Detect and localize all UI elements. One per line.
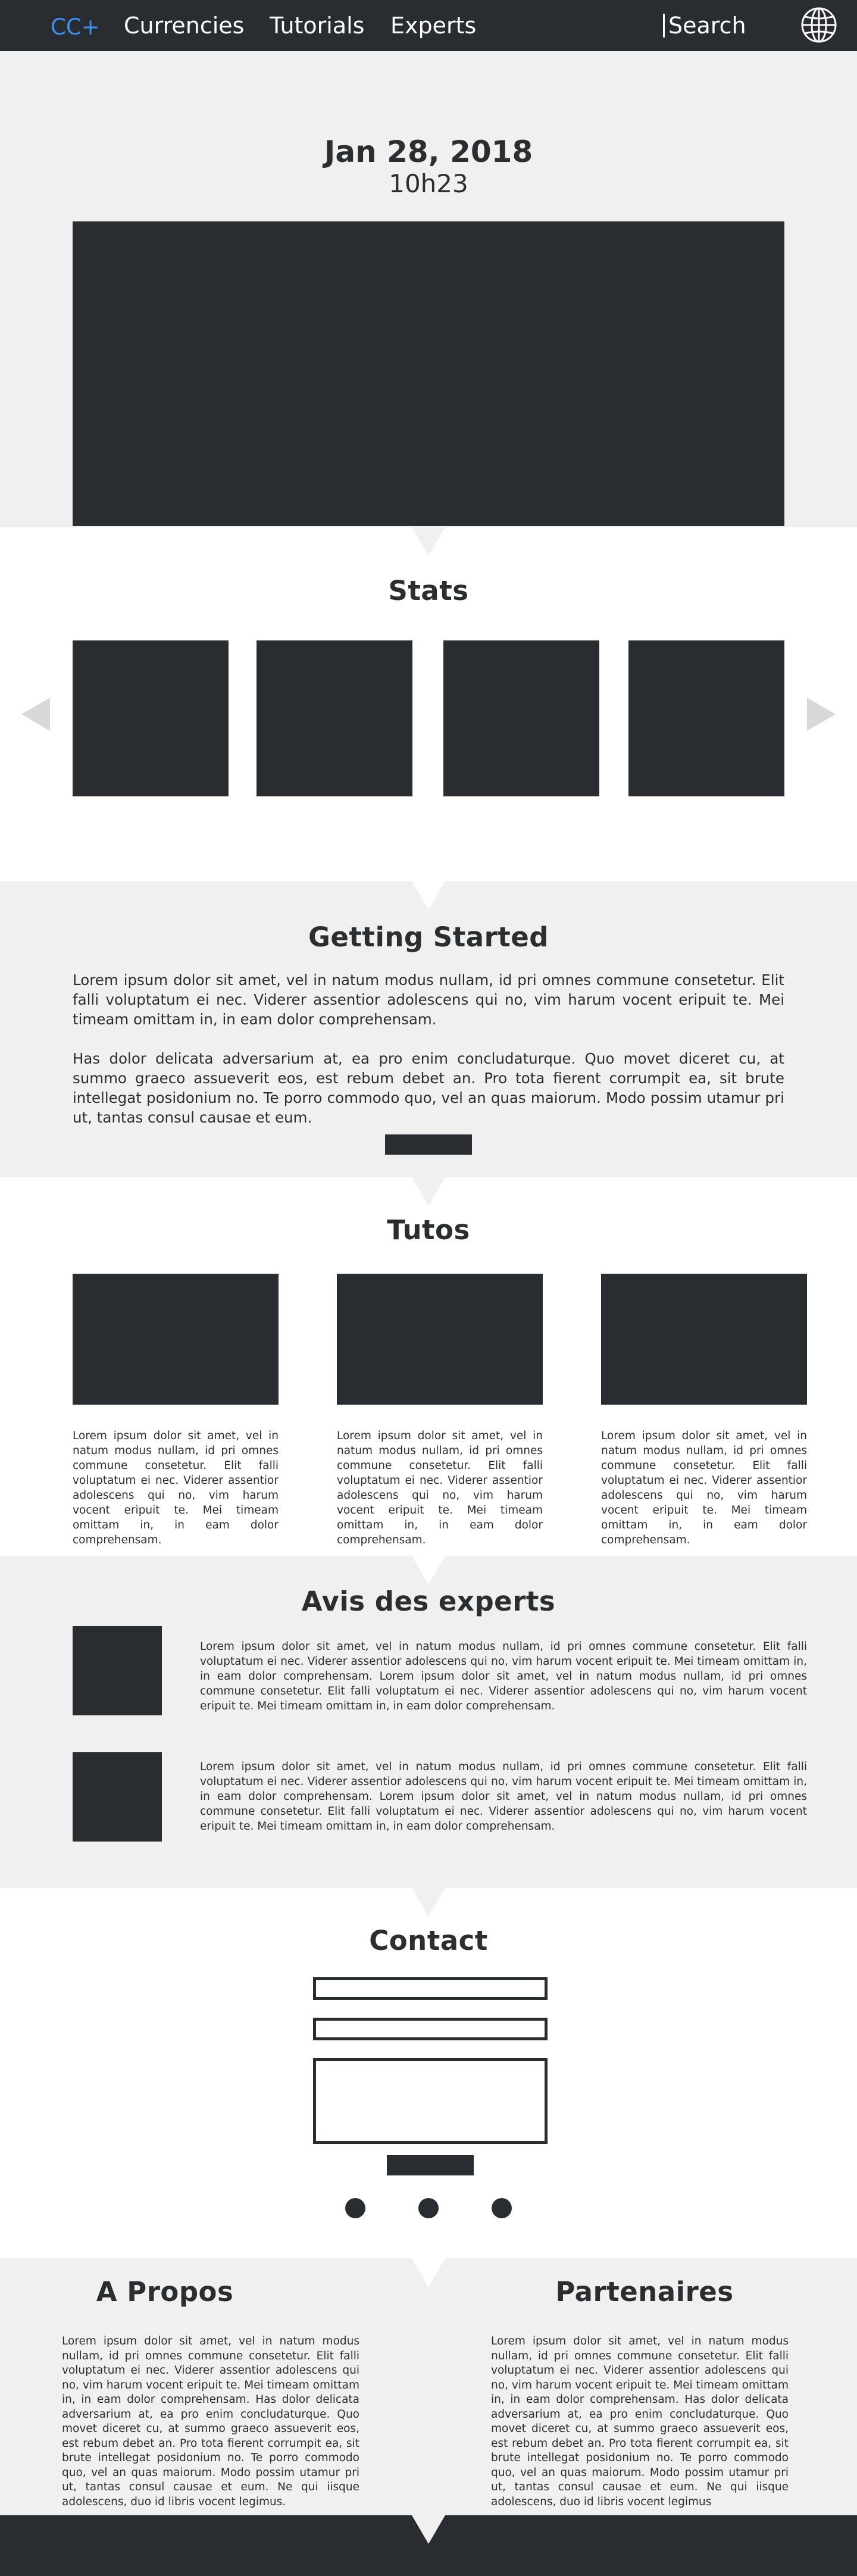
experts-section: Avis des experts Lorem ipsum dolor sit a… [0,1556,857,1888]
section-notch [412,2515,445,2544]
tuto-card-text-2: Lorem ipsum dolor sit amet, vel in natum… [337,1430,543,1546]
contact-section: Contact [0,1888,857,2258]
hero-time: 10h23 [389,169,468,198]
globe-icon[interactable] [800,6,838,44]
social-dot-2[interactable] [418,2198,439,2218]
tutos-section: Tutos Lorem ipsum dolor sit amet, vel in… [0,1177,857,1556]
getting-started-section: Getting Started Lorem ipsum dolor sit am… [0,881,857,1177]
search-label: Search [668,12,746,39]
partners-title: Partenaires [555,2276,734,2308]
social-dot-1[interactable] [345,2198,365,2218]
logo-link[interactable]: CC+ [51,14,100,40]
contact-email-input[interactable] [313,2018,548,2040]
hero-date: Jan 28, 2018 [324,135,533,169]
hero-media-placeholder [73,221,784,526]
expert-avatar-2 [73,1752,162,1842]
stat-card-1[interactable] [73,640,229,796]
chevron-right-icon[interactable] [807,698,836,731]
stats-section: Stats [0,527,857,881]
chevron-left-icon[interactable] [21,698,50,731]
search-cursor [663,14,665,37]
about-text: Lorem ipsum dolor sit amet, vel in natum… [62,2335,359,2508]
contact-send-button[interactable] [387,2155,474,2175]
contact-message-textarea[interactable] [313,2058,548,2144]
contact-name-input[interactable] [313,1977,548,2000]
expert-review-2: Lorem ipsum dolor sit amet, vel in natum… [200,1761,807,1833]
nav-link-tutorials[interactable]: Tutorials [270,12,365,39]
expert-avatar-1 [73,1626,162,1715]
section-notch [412,1177,445,1206]
hero-section: Jan 28, 2018 10h23 [0,51,857,527]
partners-text: Lorem ipsum dolor sit amet, vel in natum… [491,2335,789,2508]
social-dot-3[interactable] [492,2198,512,2218]
tuto-card-image-1[interactable] [73,1274,279,1405]
tutos-title: Tutos [387,1214,470,1246]
getting-started-button[interactable] [385,1134,472,1155]
getting-started-paragraph-1: Lorem ipsum dolor sit amet, vel in natum… [73,971,784,1028]
getting-started-title: Getting Started [308,921,549,953]
tuto-card-image-3[interactable] [601,1274,807,1405]
stat-card-2[interactable] [257,640,412,796]
contact-title: Contact [369,1925,488,1956]
stats-title: Stats [388,575,469,607]
tuto-card-text-3: Lorem ipsum dolor sit amet, vel in natum… [601,1430,807,1546]
expert-review-1: Lorem ipsum dolor sit amet, vel in natum… [200,1640,807,1712]
about-title: A Propos [96,2276,234,2308]
search-button[interactable]: Search [663,12,746,39]
section-notch [412,527,445,556]
section-notch [412,1556,445,1584]
section-notch [412,1888,445,1917]
tuto-card-image-2[interactable] [337,1274,543,1405]
nav-link-currencies[interactable]: Currencies [124,12,244,39]
tuto-card-text-1: Lorem ipsum dolor sit amet, vel in natum… [73,1430,279,1546]
getting-started-paragraph-2: Has dolor delicata adversarium at, ea pr… [73,1050,784,1126]
nav-link-experts[interactable]: Experts [390,12,476,39]
experts-title: Avis des experts [301,1586,556,1617]
stat-card-4[interactable] [628,640,784,796]
section-notch [412,881,445,909]
navbar: CC+ Currencies Tutorials Experts Search [0,0,857,51]
section-notch [412,2258,445,2287]
stat-card-3[interactable] [443,640,599,796]
about-partners-section: A Propos Lorem ipsum dolor sit amet, vel… [0,2258,857,2515]
footer [0,2515,857,2576]
